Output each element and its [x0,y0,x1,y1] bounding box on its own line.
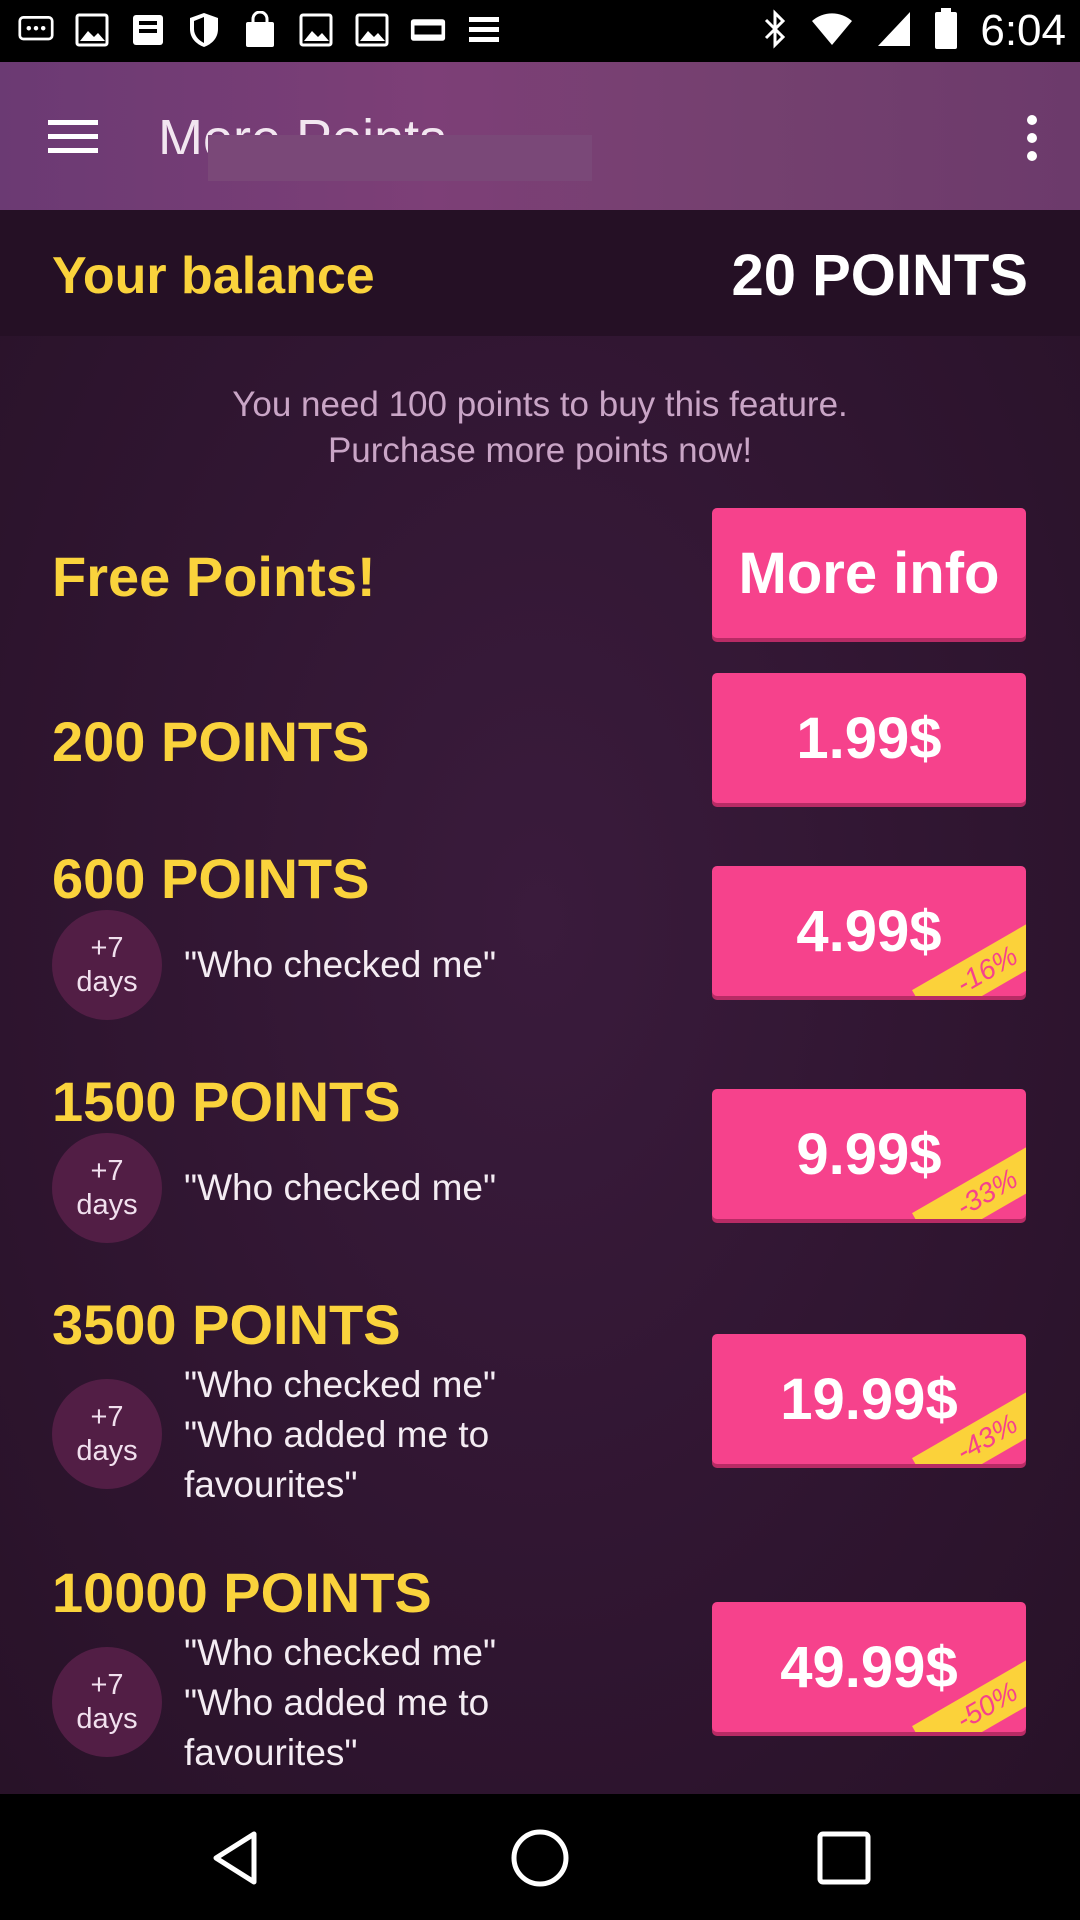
days-badge: +7 days [52,910,162,1020]
days-label: days [76,966,138,998]
notification-icons [18,10,502,50]
points-store: You need 100 points to buy this feature.… [0,336,1080,1794]
app-bar: More Points [0,62,1080,210]
perk-item: "Who added me to favourites" [184,1414,490,1505]
perk-item: "Who checked me" [184,1167,497,1208]
buy-600-points-button[interactable]: 4.99$ -16% [712,866,1026,996]
wifi-icon [810,11,854,52]
navigation-bar [0,1794,1080,1920]
info-line-1: You need 100 points to buy this feature. [232,385,848,424]
days-plus: +7 [90,1669,124,1701]
perk-list: "Who checked me" "Who added me to favour… [184,1360,564,1510]
days-badge: +7 days [52,1379,162,1489]
buy-200-points-button[interactable]: 1.99$ [712,673,1026,803]
perk-list: "Who checked me" [184,1163,564,1213]
back-icon[interactable] [206,1826,270,1890]
dallas-icon [410,10,446,50]
image-icon [354,10,390,50]
more-options-icon[interactable] [1022,114,1042,162]
bluetooth-icon [762,8,788,54]
more-info-label: More info [738,540,1000,606]
price-label: 1.99$ [796,705,942,771]
package-points: 600 POINTS [52,847,370,910]
info-message: You need 100 points to buy this feature.… [0,382,1080,474]
days-badge: +7 days [52,1647,162,1757]
shield-icon [186,10,222,50]
clock: 6:04 [980,6,1066,55]
buy-3500-points-button[interactable]: 19.99$ -43% [712,1334,1026,1464]
perk-item: "Who checked me" [184,944,497,985]
buy-10000-points-button[interactable]: 49.99$ -50% [712,1602,1026,1732]
image-icon [298,10,334,50]
title-overlay [208,135,592,181]
package-points: 3500 POINTS [52,1293,401,1356]
balance-bar: Your balance 20 POINTS [0,210,1080,336]
balance-value: 20 POINTS [731,243,1028,308]
stock-ticker-icon [466,10,502,50]
package-points: 200 POINTS [52,710,370,773]
recents-icon[interactable] [812,1826,876,1890]
battery-icon [934,7,958,55]
package-points: 1500 POINTS [52,1070,401,1133]
shopping-bag-icon [242,10,278,50]
status-bar: 6:04 [0,0,1080,62]
buy-1500-points-button[interactable]: 9.99$ -33% [712,1089,1026,1219]
message-icon [18,10,54,50]
perk-item: "Who checked me" [184,1364,497,1405]
balance-label: Your balance [52,247,375,305]
notification-icon [130,10,166,50]
perk-list: "Who checked me" "Who added me to favour… [184,1628,564,1778]
free-points-label: Free Points! [52,545,376,608]
days-label: days [76,1189,138,1221]
days-label: days [76,1703,138,1735]
image-icon [74,10,110,50]
days-plus: +7 [90,932,124,964]
info-line-2: Purchase more points now! [327,431,753,470]
days-plus: +7 [90,1155,124,1187]
menu-icon[interactable] [48,116,98,156]
perk-item: "Who added me to favourites" [184,1682,490,1773]
home-icon[interactable] [508,1826,572,1890]
days-label: days [76,1435,138,1467]
days-plus: +7 [90,1401,124,1433]
days-badge: +7 days [52,1133,162,1243]
signal-icon [876,10,912,53]
perk-item: "Who checked me" [184,1632,497,1673]
perk-list: "Who checked me" [184,940,564,990]
more-info-button[interactable]: More info [712,508,1026,638]
package-points: 10000 POINTS [52,1561,432,1624]
